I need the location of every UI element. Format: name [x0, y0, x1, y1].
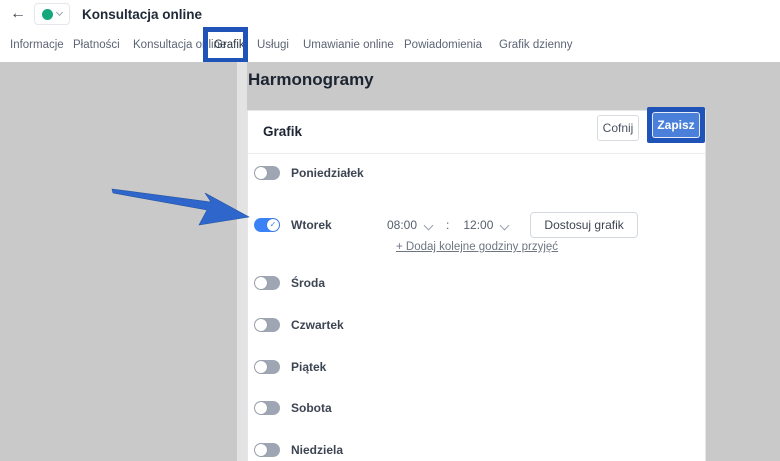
section-heading: Harmonogramy [248, 70, 374, 89]
toggle-wtorek[interactable]: ✓ [254, 218, 280, 232]
day-row-czwartek: ✓ Czwartek [254, 318, 379, 332]
chevron-down-icon [499, 220, 510, 230]
day-row-sroda: ✓ Środa [254, 276, 379, 290]
day-row-piatek: ✓ Piątek [254, 360, 379, 374]
top-bar: ← Konsultacja online [0, 0, 780, 28]
schedule-card: Grafik Cofnij Zapisz ✓ Poniedziałek ✓ Wt… [247, 107, 706, 461]
time-range-controls: 08:00 : 12:00 Dostosuj grafik [387, 212, 638, 238]
chevron-down-icon [55, 8, 64, 17]
tab-bar: Informacje Płatności Konsultacja online … [0, 28, 780, 63]
tab-grafik-dzienny[interactable]: Grafik dzienny [499, 28, 573, 62]
adjust-schedule-button[interactable]: Dostosuj grafik [530, 212, 638, 238]
back-icon[interactable]: ← [10, 6, 26, 22]
day-label: Poniedziałek [291, 166, 364, 180]
save-button[interactable]: Zapisz [652, 112, 700, 138]
content-gutter [237, 62, 247, 461]
status-dropdown[interactable] [34, 3, 70, 25]
toggle-poniedzialek[interactable]: ✓ [254, 166, 280, 180]
day-label: Piątek [291, 360, 327, 374]
tab-platnosci[interactable]: Płatności [73, 28, 120, 62]
toggle-sroda[interactable]: ✓ [254, 276, 280, 290]
tab-konsultacja-online[interactable]: Konsultacja online [133, 28, 226, 62]
pointer-arrow-icon [111, 188, 250, 226]
chevron-down-icon [423, 220, 434, 230]
undo-button[interactable]: Cofnij [597, 115, 639, 141]
day-row-sobota: ✓ Sobota [254, 401, 379, 415]
toggle-niedziela[interactable]: ✓ [254, 443, 280, 457]
day-label: Sobota [291, 401, 332, 415]
start-time-select[interactable]: 08:00 [387, 218, 434, 232]
status-dot-icon [42, 8, 53, 20]
day-label: Czwartek [291, 318, 344, 332]
add-more-hours-link[interactable]: + Dodaj kolejne godziny przyjęć [396, 241, 558, 253]
tab-grafik[interactable]: Grafik [214, 28, 245, 62]
start-time-value: 08:00 [387, 218, 418, 232]
card-title: Grafik [263, 124, 303, 139]
tab-powiadomienia[interactable]: Powiadomienia [404, 28, 482, 62]
day-label: Środa [291, 276, 326, 290]
main-area: Harmonogramy Grafik Cofnij Zapisz ✓ Poni… [0, 62, 780, 461]
end-time-value: 12:00 [463, 218, 494, 232]
day-row-wtorek: ✓ Wtorek 08:00 : 12:00 Dostosuj grafik [254, 212, 638, 238]
tab-umawianie-online[interactable]: Umawianie online [303, 28, 394, 62]
day-label: Wtorek [291, 218, 332, 232]
card-header: Grafik Cofnij Zapisz [248, 107, 705, 154]
page-title: Konsultacja online [82, 6, 203, 22]
app-window: ← Konsultacja online Informacje Płatnośc… [0, 0, 780, 461]
time-separator: : [446, 218, 450, 232]
day-row-poniedzialek: ✓ Poniedziałek [254, 166, 379, 180]
day-row-niedziela: ✓ Niedziela [254, 443, 379, 457]
check-icon: ✓ [269, 220, 277, 229]
tab-informacje[interactable]: Informacje [10, 28, 64, 62]
save-button-highlight-box: Zapisz [647, 107, 705, 143]
end-time-select[interactable]: 12:00 [463, 218, 510, 232]
day-label: Niedziela [291, 443, 344, 457]
toggle-czwartek[interactable]: ✓ [254, 318, 280, 332]
toggle-sobota[interactable]: ✓ [254, 401, 280, 415]
toggle-piatek[interactable]: ✓ [254, 360, 280, 374]
tab-uslugi[interactable]: Usługi [257, 28, 289, 62]
